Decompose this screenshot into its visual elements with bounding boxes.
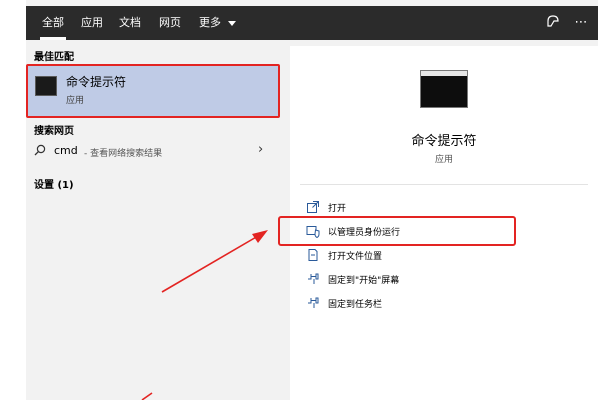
best-match-item[interactable]: 命令提示符 应用: [28, 66, 278, 116]
pin-icon: [308, 273, 319, 284]
preview-pane: 命令提示符 应用 打开 以管理员身份运行 打开文件位置 固定到"开始"屏幕 固定…: [278, 46, 598, 400]
web-search-hint: - 查看网络搜索结果: [84, 149, 163, 159]
feedback-icon[interactable]: [544, 14, 562, 32]
command-prompt-large-icon: [420, 70, 468, 108]
search-tab-bar: 全部 应用 文档 网页 更多 ⋯: [26, 6, 598, 40]
best-match-heading: 最佳匹配: [34, 52, 74, 63]
preview-title: 命令提示符: [411, 134, 477, 149]
background-window-left: [0, 0, 26, 400]
open-icon: [307, 201, 319, 213]
more-options-icon[interactable]: ⋯: [572, 14, 590, 32]
action-label: 打开文件位置: [328, 252, 383, 262]
tab-more-label: 更多: [199, 16, 221, 29]
pin-icon: [308, 297, 319, 308]
action-label: 打开: [328, 204, 347, 214]
action-label: 固定到"开始"屏幕: [328, 276, 400, 286]
best-match-title: 命令提示符: [66, 75, 127, 89]
command-prompt-icon: [35, 76, 57, 96]
web-search-result[interactable]: cmd - 查看网络搜索结果 ›: [26, 140, 278, 162]
best-match-subtitle: 应用: [66, 96, 85, 106]
tab-more[interactable]: 更多: [196, 6, 236, 40]
results-pane: 最佳匹配 命令提示符 应用 搜索网页 cmd - 查看网络搜索结果 › 设置 (…: [26, 40, 286, 400]
divider: [300, 184, 588, 185]
action-label: 以管理员身份运行: [328, 228, 401, 238]
search-popup: 全部 应用 文档 网页 更多 ⋯ 最佳匹配 命令提示符 应用 搜索网页 cmd …: [26, 6, 598, 400]
background-window-right: [598, 0, 610, 400]
tab-web[interactable]: 网页: [154, 6, 186, 40]
run-as-admin-icon: [306, 226, 320, 238]
search-icon: [34, 144, 46, 156]
web-search-heading: 搜索网页: [34, 126, 74, 137]
preview-subtitle: 应用: [434, 155, 453, 165]
file-location-icon: [308, 249, 318, 261]
settings-heading[interactable]: 设置 (1): [34, 176, 74, 191]
web-search-query: cmd: [54, 144, 78, 157]
chevron-right-icon[interactable]: ›: [258, 142, 263, 157]
tab-all[interactable]: 全部: [36, 6, 70, 40]
chevron-down-icon: [228, 21, 236, 26]
tab-documents[interactable]: 文档: [116, 6, 144, 40]
tab-apps[interactable]: 应用: [78, 6, 106, 40]
action-label: 固定到任务栏: [328, 300, 383, 310]
